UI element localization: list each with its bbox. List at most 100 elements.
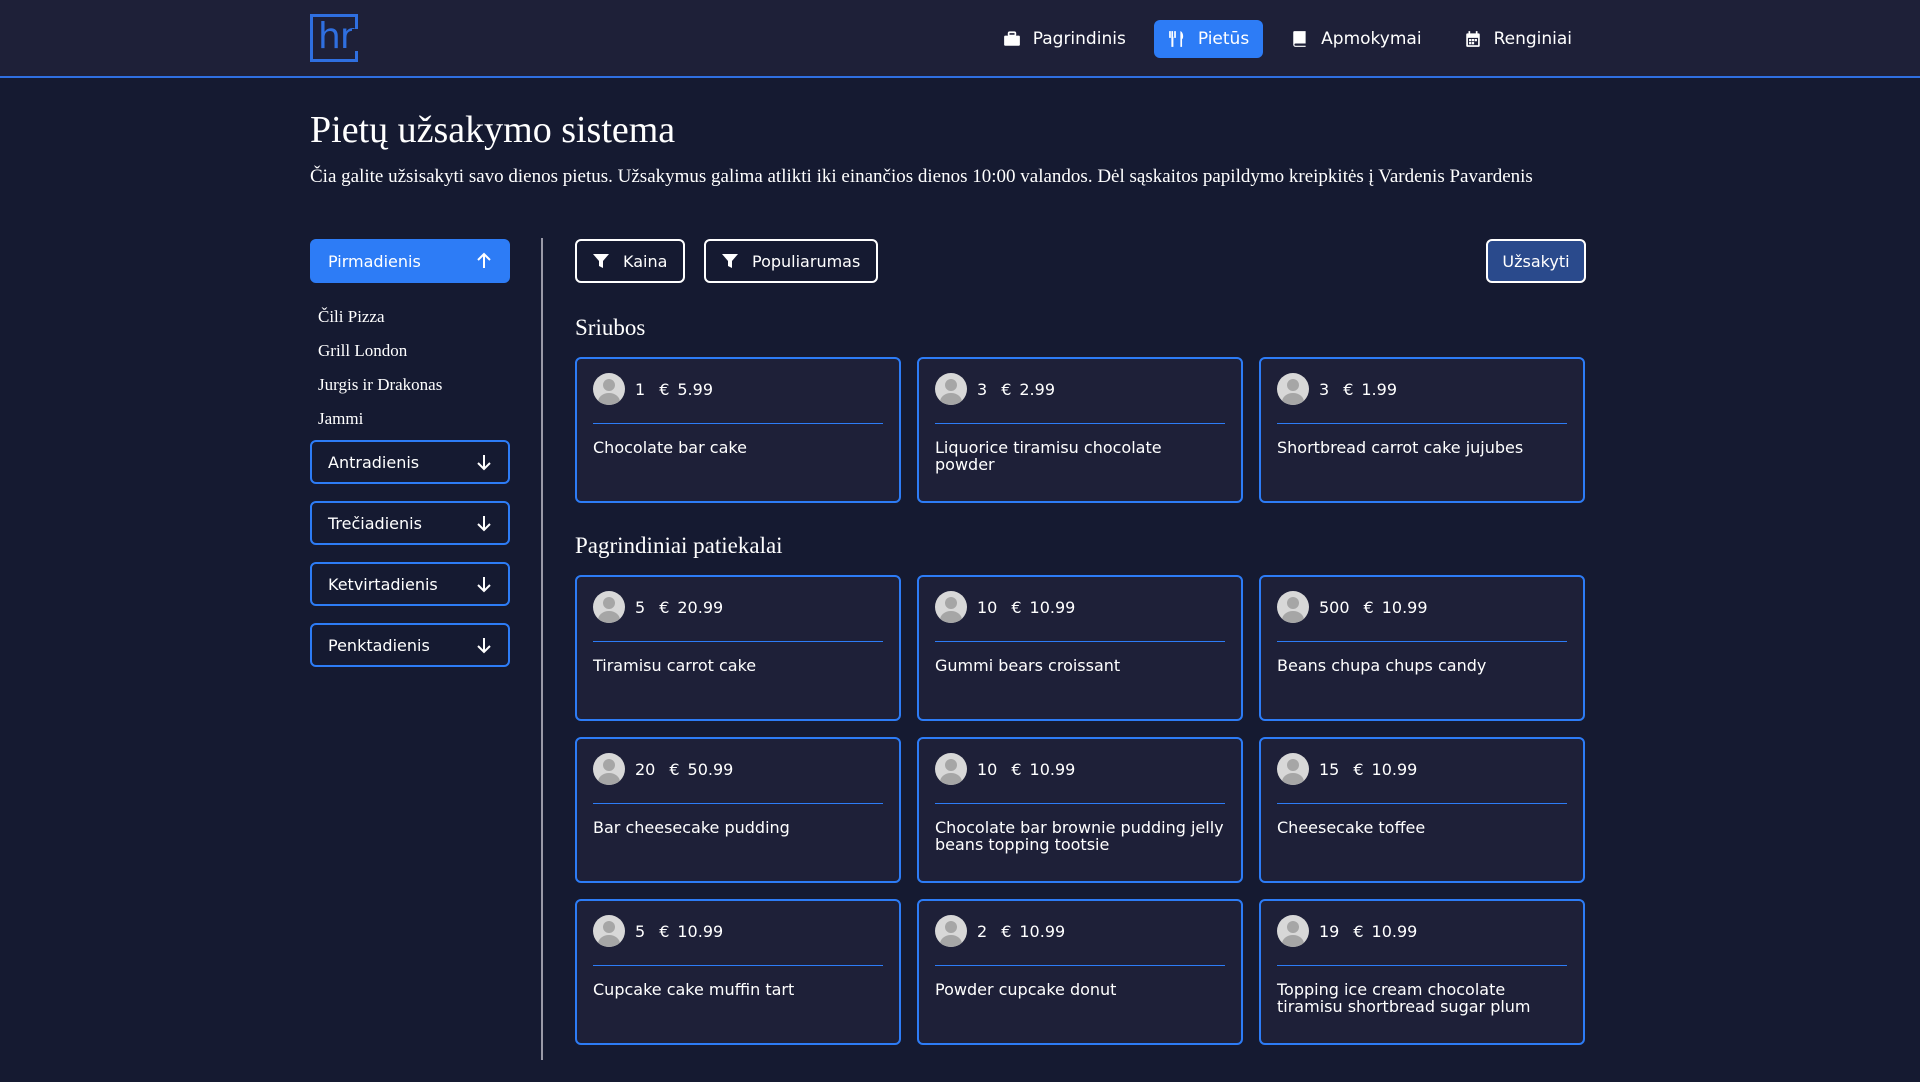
item-price: 10.99 <box>1371 921 1418 941</box>
order-button[interactable]: Užsakyti <box>1486 239 1586 283</box>
nav-item-apmokymai[interactable]: Apmokymai <box>1277 20 1435 58</box>
item-name: Liquorice tiramisu chocolate powder <box>935 438 1162 474</box>
arrow-down-icon <box>477 516 491 532</box>
filter-icon <box>593 254 609 268</box>
nav-label: Pietūs <box>1197 29 1250 49</box>
day-button-pirmadienis[interactable]: Pirmadienis <box>310 239 510 283</box>
day-button-penktadienis[interactable]: Penktadienis <box>310 623 510 667</box>
book-icon <box>1293 31 1306 47</box>
arrow-down-icon <box>477 577 491 593</box>
card-header: 500 €10.99 <box>1277 591 1428 623</box>
item-name: Cupcake cake muffin tart <box>593 980 795 999</box>
briefcase-icon <box>1003 31 1020 46</box>
currency-symbol: € <box>1011 759 1022 779</box>
user-avatar-icon <box>1277 753 1309 785</box>
item-name: Tiramisu carrot cake <box>593 656 757 675</box>
card-divider <box>593 965 883 966</box>
restaurant-link[interactable]: Jurgis ir Drakonas <box>318 375 442 395</box>
menu-item-card[interactable]: 10 €10.99 Chocolate bar brownie pudding je… <box>917 737 1243 883</box>
restaurant-link[interactable]: Čili Pizza <box>318 307 385 327</box>
item-name: Cheesecake toffee <box>1277 818 1426 837</box>
currency-symbol: € <box>1343 379 1354 399</box>
nav-item-renginiai[interactable]: Renginiai <box>1450 20 1586 58</box>
item-price: 10.99 <box>1029 597 1076 617</box>
item-name: Powder cupcake donut <box>935 980 1117 999</box>
currency-symbol: € <box>659 379 670 399</box>
currency-symbol: € <box>659 921 670 941</box>
item-name: Beans chupa chups candy <box>1277 656 1487 675</box>
menu-item-card[interactable]: 19 €10.99 Topping ice cream chocolate tira… <box>1259 899 1585 1045</box>
card-header: 15 €10.99 <box>1277 753 1417 785</box>
nav-item-pietus[interactable]: Pietūs <box>1153 20 1264 58</box>
item-name: Shortbread carrot cake jujubes <box>1277 438 1524 457</box>
item-price: 10.99 <box>1381 597 1428 617</box>
menu-item-card[interactable]: 5 €10.99 Cupcake cake muffin tart <box>575 899 901 1045</box>
card-header: 3 €2.99 <box>935 373 1055 405</box>
sidebar-divider <box>541 238 543 1060</box>
item-name: Gummi bears croissant <box>935 656 1121 675</box>
menu-item-card[interactable]: 10 €10.99 Gummi bears croissant <box>917 575 1243 721</box>
card-divider <box>593 641 883 642</box>
card-divider <box>593 423 883 424</box>
order-count: 10 <box>977 759 998 779</box>
nav-item-pagrindinis[interactable]: Pagrindinis <box>989 20 1140 58</box>
day-label: Trečiadienis <box>328 513 422 533</box>
day-button-ketvirtadienis[interactable]: Ketvirtadienis <box>310 562 510 606</box>
order-count: 3 <box>1319 379 1330 399</box>
menu-item-card[interactable]: 5 €20.99 Tiramisu carrot cake <box>575 575 901 721</box>
user-avatar-icon <box>1277 373 1309 405</box>
user-avatar-icon <box>935 591 967 623</box>
user-avatar-icon <box>935 373 967 405</box>
nav-label: Pagrindinis <box>1032 29 1126 49</box>
user-avatar-icon <box>593 373 625 405</box>
currency-symbol: € <box>659 597 670 617</box>
card-header: 5 €10.99 <box>593 915 723 947</box>
hr-logo[interactable]: hr <box>310 14 358 62</box>
item-price: 1.99 <box>1361 379 1397 399</box>
arrow-up-icon <box>477 252 491 268</box>
user-avatar-icon <box>1277 915 1309 947</box>
filter-price-button[interactable]: Kaina <box>575 239 686 283</box>
menu-item-card[interactable]: 1 €5.99 Chocolate bar cake <box>575 357 901 503</box>
top-navbar: hr Pagrindinis Pietūs Apmokymai Renginia… <box>0 0 1920 78</box>
order-count: 15 <box>1319 759 1340 779</box>
filter-label: Populiarumas <box>752 251 861 271</box>
currency-symbol: € <box>1001 379 1012 399</box>
menu-item-card[interactable]: 15 €10.99 Cheesecake toffee <box>1259 737 1585 883</box>
item-price: 5.99 <box>677 379 713 399</box>
day-button-antradienis[interactable]: Antradienis <box>310 440 510 484</box>
day-button-treciadienis[interactable]: Trečiadienis <box>310 501 510 545</box>
menu-item-card[interactable]: 3 €1.99 Shortbread carrot cake jujubes <box>1259 357 1585 503</box>
restaurant-link[interactable]: Grill London <box>318 341 407 361</box>
card-divider <box>935 803 1225 804</box>
filter-popularity-button[interactable]: Populiarumas <box>704 239 879 283</box>
section-title-pagrindiniai: Pagrindiniai patiekalai <box>575 533 783 558</box>
order-count: 2 <box>977 921 988 941</box>
card-header: 10 €10.99 <box>935 753 1075 785</box>
filter-icon <box>722 254 738 268</box>
section-title-sriubos: Sriubos <box>575 315 646 340</box>
card-header: 19 €10.99 <box>1277 915 1417 947</box>
card-header: 2 €10.99 <box>935 915 1065 947</box>
card-header: 3 €1.99 <box>1277 373 1397 405</box>
card-divider <box>935 641 1225 642</box>
main-nav: Pagrindinis Pietūs Apmokymai Renginiai <box>989 20 1586 58</box>
card-divider <box>1277 965 1567 966</box>
arrow-down-icon <box>477 638 491 654</box>
menu-item-card[interactable]: 500 €10.99 Beans chupa chups candy <box>1259 575 1585 721</box>
card-header: 10 €10.99 <box>935 591 1075 623</box>
menu-item-card[interactable]: 2 €10.99 Powder cupcake donut <box>917 899 1243 1045</box>
menu-item-card[interactable]: 20 €50.99 Bar cheesecake pudding <box>575 737 901 883</box>
filter-label: Kaina <box>623 251 668 271</box>
currency-symbol: € <box>1363 597 1374 617</box>
order-count: 19 <box>1319 921 1340 941</box>
currency-symbol: € <box>1353 759 1364 779</box>
restaurant-link[interactable]: Jammi <box>318 409 363 429</box>
item-name: Topping ice cream chocolate tiramisu sho… <box>1277 980 1531 1016</box>
item-name: Chocolate bar cake <box>593 438 747 457</box>
card-divider <box>935 423 1225 424</box>
item-price: 20.99 <box>677 597 724 617</box>
card-header: 1 €5.99 <box>593 373 713 405</box>
order-count: 10 <box>977 597 998 617</box>
menu-item-card[interactable]: 3 €2.99 Liquorice tiramisu chocolate powde… <box>917 357 1243 503</box>
